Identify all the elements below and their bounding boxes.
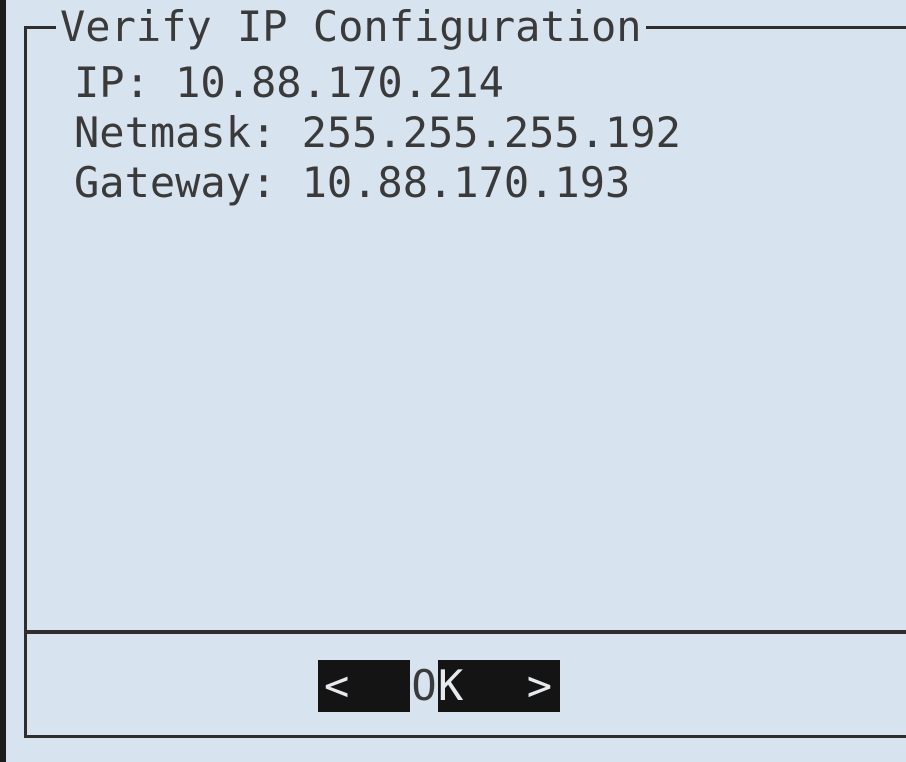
ok-label-second-char: K [438,660,464,712]
ok-button[interactable]: < O K > [318,660,560,712]
ok-label-first-char: O [410,660,438,712]
left-arrow-icon: < [318,660,410,712]
dialog-title: Verify IP Configuration [56,2,646,52]
ip-line: IP: 10.88.170.214 [74,58,504,107]
gateway-line: Gateway: 10.88.170.193 [74,158,631,207]
button-divider [27,630,906,634]
netmask-line: Netmask: 255.255.255.192 [74,108,681,157]
ip-config-details: IP: 10.88.170.214 Netmask: 255.255.255.1… [74,58,681,208]
right-arrow-icon: > [464,660,560,712]
terminal-screen: Verify IP Configuration IP: 10.88.170.21… [6,0,906,762]
